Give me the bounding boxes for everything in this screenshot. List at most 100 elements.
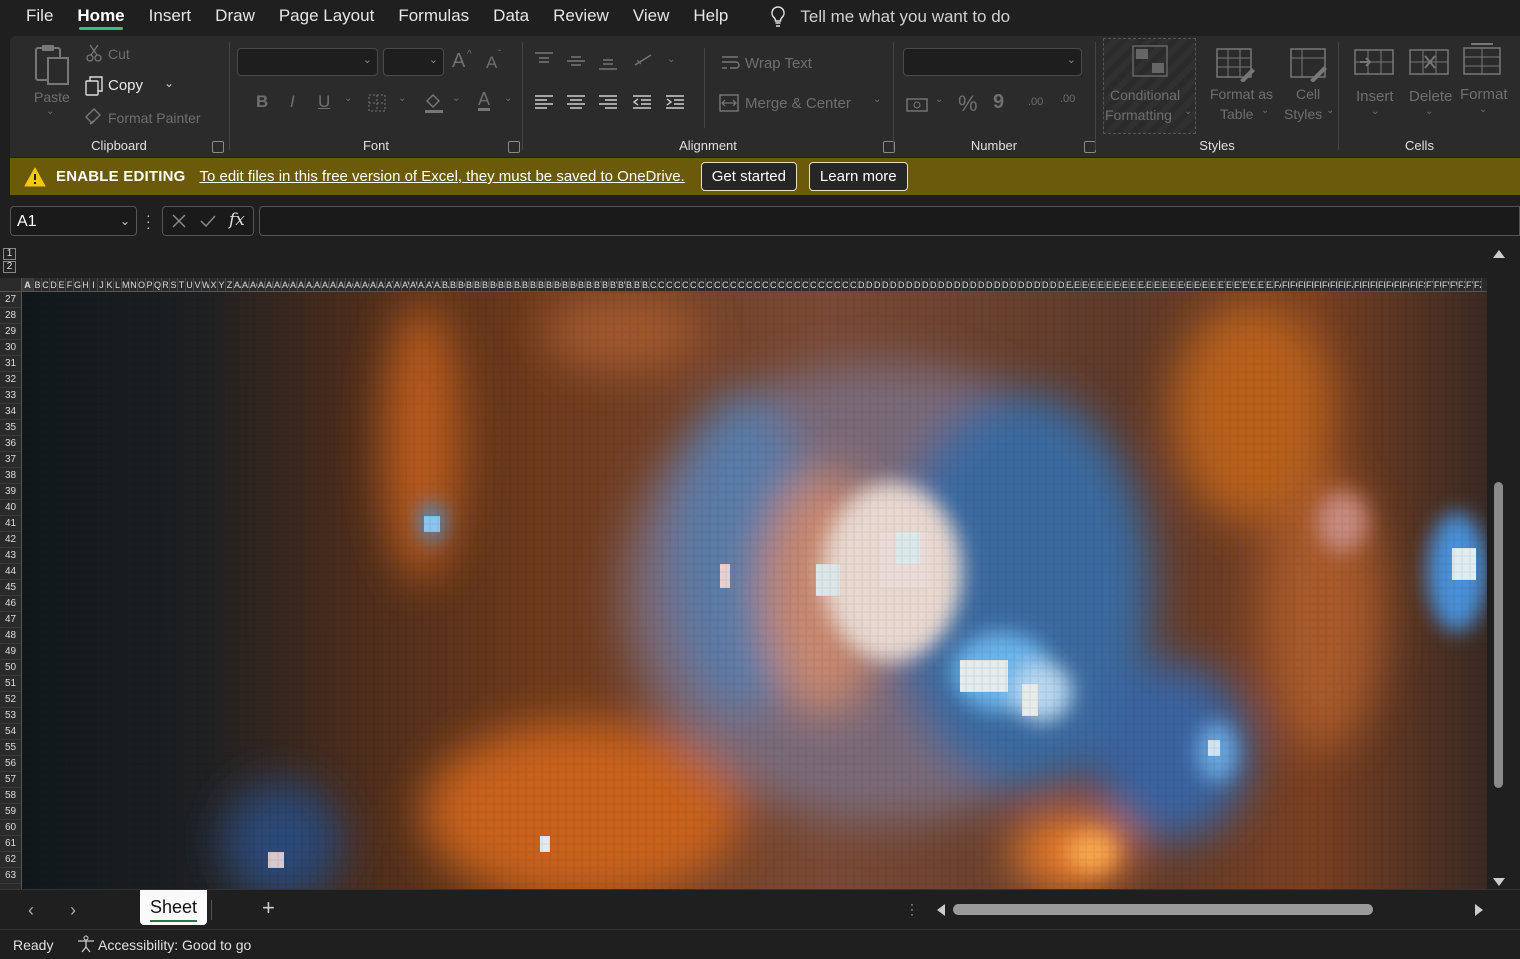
- column-header[interactable]: Z: [226, 278, 234, 291]
- column-header[interactable]: CH: [706, 278, 714, 291]
- row-header[interactable]: 56: [0, 756, 21, 772]
- column-header[interactable]: AW: [410, 278, 418, 291]
- column-header[interactable]: P: [146, 278, 154, 291]
- column-header[interactable]: AQ: [362, 278, 370, 291]
- font-color-chevron-down-icon[interactable]: ⌄: [504, 93, 512, 104]
- column-header[interactable]: BO: [554, 278, 562, 291]
- row-header[interactable]: 30: [0, 340, 21, 356]
- column-header[interactable]: FD: [1298, 278, 1306, 291]
- column-header[interactable]: BR: [578, 278, 586, 291]
- column-header[interactable]: DC: [874, 278, 882, 291]
- percent-button[interactable]: %: [958, 91, 978, 117]
- column-header[interactable]: EW: [1242, 278, 1250, 291]
- column-header[interactable]: CS: [794, 278, 802, 291]
- column-header[interactable]: BS: [586, 278, 594, 291]
- row-header[interactable]: 29: [0, 324, 21, 340]
- column-header[interactable]: CA: [650, 278, 658, 291]
- column-header[interactable]: FG: [1322, 278, 1330, 291]
- column-header[interactable]: CE: [682, 278, 690, 291]
- row-header[interactable]: 44: [0, 564, 21, 580]
- menu-home[interactable]: Home: [65, 0, 136, 34]
- banner-message-link[interactable]: To edit files in this free version of Ex…: [199, 168, 684, 185]
- column-header[interactable]: AG: [282, 278, 290, 291]
- column-header[interactable]: ET: [1218, 278, 1226, 291]
- column-header[interactable]: EM: [1162, 278, 1170, 291]
- column-header[interactable]: FI: [1338, 278, 1346, 291]
- menu-page-layout[interactable]: Page Layout: [267, 0, 386, 34]
- format-cells-chevron-down-icon[interactable]: ⌄: [1479, 104, 1487, 115]
- column-header[interactable]: CY: [842, 278, 850, 291]
- column-header[interactable]: CX: [834, 278, 842, 291]
- column-header[interactable]: BM: [538, 278, 546, 291]
- column-header[interactable]: FQ: [1402, 278, 1410, 291]
- menu-formulas[interactable]: Formulas: [386, 0, 481, 34]
- column-header[interactable]: FP: [1394, 278, 1402, 291]
- row-header[interactable]: 50: [0, 660, 21, 676]
- column-header[interactable]: AV: [402, 278, 410, 291]
- column-header[interactable]: CO: [762, 278, 770, 291]
- column-header[interactable]: I: [90, 278, 98, 291]
- column-header[interactable]: AH: [290, 278, 298, 291]
- row-header[interactable]: 52: [0, 692, 21, 708]
- column-header[interactable]: AD: [258, 278, 266, 291]
- increase-decimal-button[interactable]: .00: [1028, 96, 1043, 108]
- column-header[interactable]: AB: [242, 278, 250, 291]
- column-header[interactable]: DB: [866, 278, 874, 291]
- column-header[interactable]: FA: [1274, 278, 1282, 291]
- column-header[interactable]: AO: [346, 278, 354, 291]
- row-header[interactable]: 40: [0, 500, 21, 516]
- column-header[interactable]: Y: [218, 278, 226, 291]
- column-header[interactable]: BL: [530, 278, 538, 291]
- column-header[interactable]: FY: [1466, 278, 1474, 291]
- column-header[interactable]: DH: [914, 278, 922, 291]
- column-header[interactable]: CM: [746, 278, 754, 291]
- row-header[interactable]: 48: [0, 628, 21, 644]
- column-header[interactable]: AE: [266, 278, 274, 291]
- column-header[interactable]: FK: [1354, 278, 1362, 291]
- column-header[interactable]: BE: [474, 278, 482, 291]
- column-header[interactable]: EQ: [1194, 278, 1202, 291]
- row-header[interactable]: 28: [0, 308, 21, 324]
- column-header[interactable]: CT: [802, 278, 810, 291]
- column-header[interactable]: DX: [1042, 278, 1050, 291]
- column-header[interactable]: BK: [522, 278, 530, 291]
- align-right-icon[interactable]: [598, 94, 618, 115]
- conditional-formatting-button[interactable]: Conditional Formatting ⌄: [1103, 38, 1196, 134]
- copy-button[interactable]: Copy: [108, 77, 143, 94]
- cut-button[interactable]: Cut: [108, 46, 130, 62]
- column-header[interactable]: CU: [810, 278, 818, 291]
- row-header[interactable]: 59: [0, 804, 21, 820]
- column-header[interactable]: AI: [298, 278, 306, 291]
- column-header[interactable]: EP: [1186, 278, 1194, 291]
- column-header[interactable]: DR: [994, 278, 1002, 291]
- menu-file[interactable]: File: [0, 0, 65, 34]
- row-header[interactable]: 39: [0, 484, 21, 500]
- name-box[interactable]: A1 ⌄: [10, 206, 137, 236]
- column-header[interactable]: DS: [1002, 278, 1010, 291]
- column-header[interactable]: EY: [1258, 278, 1266, 291]
- select-all-corner[interactable]: [0, 278, 22, 292]
- row-header[interactable]: 61: [0, 836, 21, 852]
- column-header[interactable]: FX: [1458, 278, 1466, 291]
- borders-chevron-down-icon[interactable]: ⌄: [398, 93, 406, 104]
- fill-color-icon[interactable]: [424, 92, 444, 119]
- column-header[interactable]: DE: [890, 278, 898, 291]
- column-header[interactable]: BT: [594, 278, 602, 291]
- column-header[interactable]: EU: [1226, 278, 1234, 291]
- column-header[interactable]: J: [98, 278, 106, 291]
- wrap-text-button[interactable]: Wrap Text: [745, 55, 812, 72]
- formula-input[interactable]: [259, 206, 1520, 236]
- format-cells-button[interactable]: Format: [1460, 86, 1508, 103]
- row-header[interactable]: 38: [0, 468, 21, 484]
- decrease-decimal-button[interactable]: .00: [1060, 93, 1075, 105]
- format-painter-button[interactable]: Format Painter: [108, 110, 201, 126]
- column-header[interactable]: DA: [858, 278, 866, 291]
- font-name-dropdown[interactable]: ⌄: [237, 48, 378, 76]
- column-header[interactable]: C: [42, 278, 50, 291]
- column-header[interactable]: FJ: [1346, 278, 1354, 291]
- column-header[interactable]: EZ: [1266, 278, 1274, 291]
- column-header[interactable]: AK: [314, 278, 322, 291]
- column-header[interactable]: AZ: [434, 278, 442, 291]
- scroll-left-icon[interactable]: [937, 904, 945, 916]
- menu-view[interactable]: View: [621, 0, 682, 34]
